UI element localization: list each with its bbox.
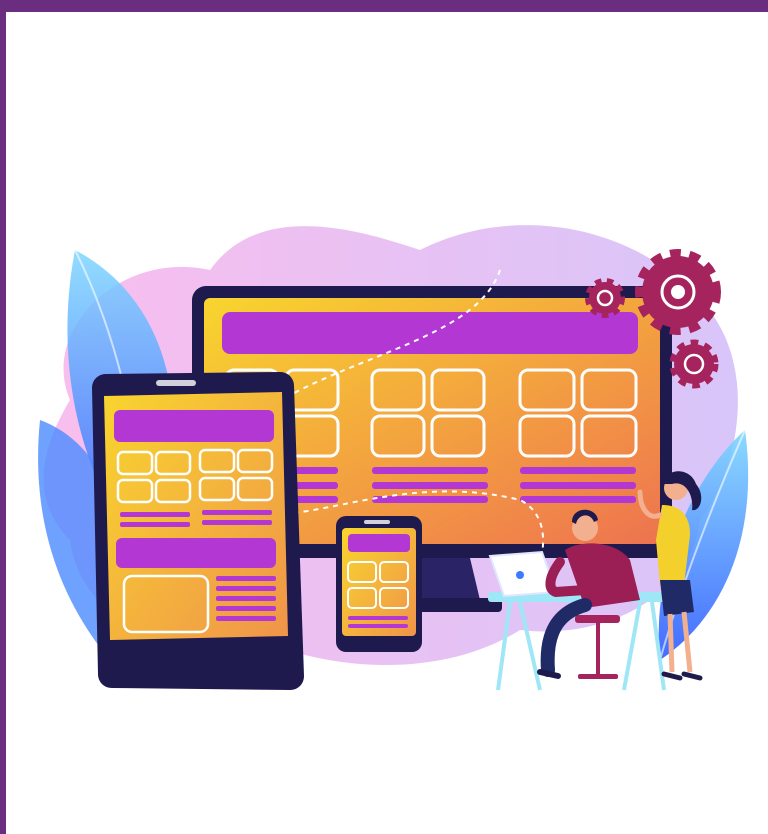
gear-icon-small-top [585,278,625,318]
gear-icon-small-bottom [669,339,719,389]
gear-icon [635,249,721,335]
responsive-design-illustration [38,225,749,691]
smartphone-device [336,516,422,652]
tablet-device [92,372,304,690]
